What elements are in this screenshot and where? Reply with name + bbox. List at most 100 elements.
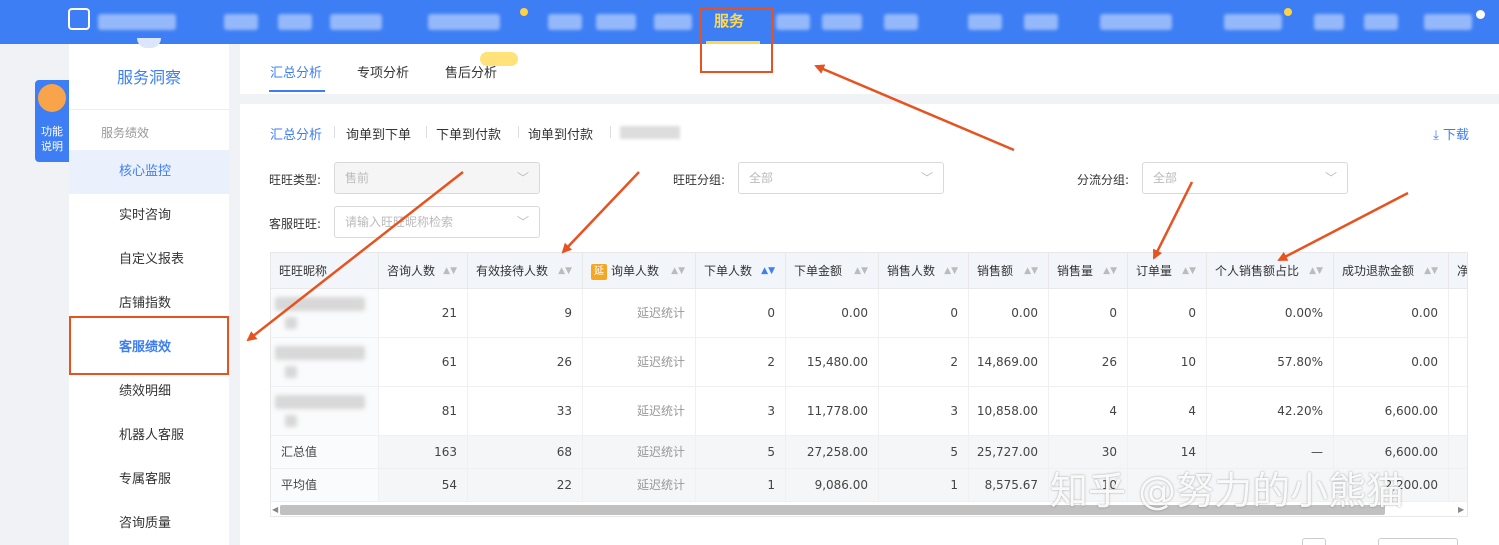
wangwang-group-select[interactable]: 全部 ﹀	[738, 162, 944, 194]
feature-help-button[interactable]: 功能 说明	[35, 80, 69, 162]
nav-item[interactable]	[776, 14, 810, 30]
nickname-blurred	[275, 346, 365, 360]
table-cell: 21	[379, 289, 468, 338]
table-cell: 14,869.00	[969, 338, 1049, 387]
tab-summary[interactable]: 汇总分析	[270, 62, 322, 81]
table-cell: 26	[468, 338, 583, 387]
subtab-summary[interactable]: 汇总分析	[270, 124, 322, 143]
nav-item[interactable]	[224, 14, 258, 30]
sidebar-item-realtime[interactable]: 实时咨询	[69, 194, 229, 238]
table-cell	[1449, 338, 1467, 387]
sort-icon[interactable]: ▲▼	[854, 253, 868, 288]
pagination-button[interactable]	[1302, 538, 1326, 545]
new-badge	[480, 52, 518, 66]
nav-item[interactable]	[822, 14, 862, 30]
column-header-consult-count[interactable]: 咨询人数 ▲▼	[379, 253, 468, 289]
table-cell: 延迟统计	[583, 387, 696, 436]
column-header-valid-reception[interactable]: 有效接待人数 ▲▼	[468, 253, 583, 289]
column-header-order-amount[interactable]: 下单金额 ▲▼	[786, 253, 879, 289]
filter-label-flow-group: 分流分组:	[1077, 173, 1130, 187]
tab-special[interactable]: 专项分析	[357, 62, 409, 81]
table-cell: 2	[879, 338, 969, 387]
nav-item[interactable]	[548, 14, 582, 30]
nav-item[interactable]	[884, 14, 918, 30]
subtab-inquiry-to-order[interactable]: 询单到下单	[346, 124, 411, 143]
column-header-personal-share[interactable]: 个人销售额占比 ▲▼	[1207, 253, 1334, 289]
sort-icon[interactable]: ▲▼	[558, 253, 572, 288]
top-navigation-bar: 服务	[0, 0, 1499, 44]
sort-icon[interactable]: ▲▼	[1424, 253, 1438, 288]
table-cell: 0	[1049, 289, 1128, 338]
table-cell: 3	[879, 387, 969, 436]
column-header-inquiry-count[interactable]: 延询单人数 ▲▼	[583, 253, 696, 289]
subtab-blurred[interactable]	[620, 126, 680, 139]
column-header-sales-amount[interactable]: 销售额 ▲▼	[969, 253, 1049, 289]
cs-search-select[interactable]: 请输入旺旺昵称检索 ﹀	[334, 206, 540, 238]
wangwang-type-select[interactable]: 售前 ﹀	[334, 162, 540, 194]
column-header-net[interactable]: 净	[1449, 253, 1467, 289]
sidebar-item-core-monitor[interactable]: 核心监控	[69, 150, 229, 194]
table-cell: 11,778.00	[786, 387, 879, 436]
sidebar-item-shop-index[interactable]: 店铺指数	[69, 282, 229, 326]
user-menu[interactable]	[1424, 14, 1472, 30]
nickname-blurred	[275, 395, 365, 409]
scroll-left-icon[interactable]: ◀	[272, 505, 278, 514]
delay-badge: 延	[591, 263, 607, 280]
table-cell: 163	[379, 436, 468, 469]
subtab-inquiry-to-pay[interactable]: 询单到付款	[528, 124, 593, 143]
sidebar-item-cs-performance[interactable]: 客服绩效	[69, 326, 229, 370]
sidebar-item-dedicated-cs[interactable]: 专属客服	[69, 458, 229, 502]
scroll-right-icon[interactable]: ▶	[1458, 505, 1464, 514]
flow-group-select[interactable]: 全部 ﹀	[1142, 162, 1348, 194]
table-cell: 1	[696, 469, 786, 502]
sort-icon[interactable]: ▲▼	[1103, 253, 1117, 288]
table-cell: 0.00	[969, 289, 1049, 338]
nav-item[interactable]	[1224, 14, 1282, 30]
column-header-refund-amount[interactable]: 成功退款金额 ▲▼	[1334, 253, 1449, 289]
table-cell: 4	[1128, 387, 1207, 436]
table-cell: 0.00	[1334, 338, 1449, 387]
table-cell: 61	[379, 338, 468, 387]
table-cell	[1449, 469, 1467, 502]
sidebar-item-bot-cs[interactable]: 机器人客服	[69, 414, 229, 458]
sidebar-item-custom-report[interactable]: 自定义报表	[69, 238, 229, 282]
sidebar-item-performance-detail[interactable]: 绩效明细	[69, 370, 229, 414]
nav-item[interactable]	[1364, 14, 1398, 30]
table-cell: 1	[879, 469, 969, 502]
watermark: 知乎 @努力的小熊猫	[1050, 469, 1405, 513]
mascot-icon	[38, 84, 66, 112]
table-cell: 延迟统计	[583, 436, 696, 469]
download-button[interactable]: ⤓ 下载	[1433, 124, 1469, 143]
sort-icon[interactable]: ▲▼	[944, 253, 958, 288]
nav-item[interactable]	[1024, 14, 1058, 30]
sort-icon[interactable]: ▲▼	[761, 253, 775, 288]
sort-icon[interactable]: ▲▼	[1309, 253, 1323, 288]
nav-item[interactable]	[1100, 14, 1172, 30]
nav-item[interactable]	[278, 14, 312, 30]
sort-icon[interactable]: ▲▼	[1182, 253, 1196, 288]
table-cell: 8,575.67	[969, 469, 1049, 502]
column-header-order-volume[interactable]: 订单量 ▲▼	[1128, 253, 1207, 289]
nav-item[interactable]	[1314, 14, 1344, 30]
subtab-order-to-pay[interactable]: 下单到付款	[436, 124, 501, 143]
nav-item[interactable]	[596, 14, 636, 30]
column-header-sales-count[interactable]: 销售人数 ▲▼	[879, 253, 969, 289]
sort-icon[interactable]: ▲▼	[1024, 253, 1038, 288]
chevron-down-icon: ﹀	[1324, 171, 1337, 185]
sort-icon[interactable]: ▲▼	[443, 253, 457, 288]
divider	[69, 109, 229, 110]
table-cell: 33	[468, 387, 583, 436]
table-cell: 42.20%	[1207, 387, 1334, 436]
nav-item[interactable]	[968, 14, 1002, 30]
sidebar-item-consult-quality[interactable]: 咨询质量	[69, 502, 229, 545]
nav-item[interactable]	[428, 14, 500, 30]
column-header-order-count[interactable]: 下单人数 ▲▼	[696, 253, 786, 289]
nav-item[interactable]	[654, 14, 692, 30]
logo-icon[interactable]	[68, 8, 90, 30]
notification-dot	[1284, 8, 1292, 16]
column-header-sales-volume[interactable]: 销售量 ▲▼	[1049, 253, 1128, 289]
page-size-select[interactable]	[1378, 538, 1458, 545]
sort-icon[interactable]: ▲▼	[671, 253, 685, 288]
nav-item-service[interactable]: 服务	[714, 10, 744, 31]
nav-item[interactable]	[330, 14, 382, 30]
